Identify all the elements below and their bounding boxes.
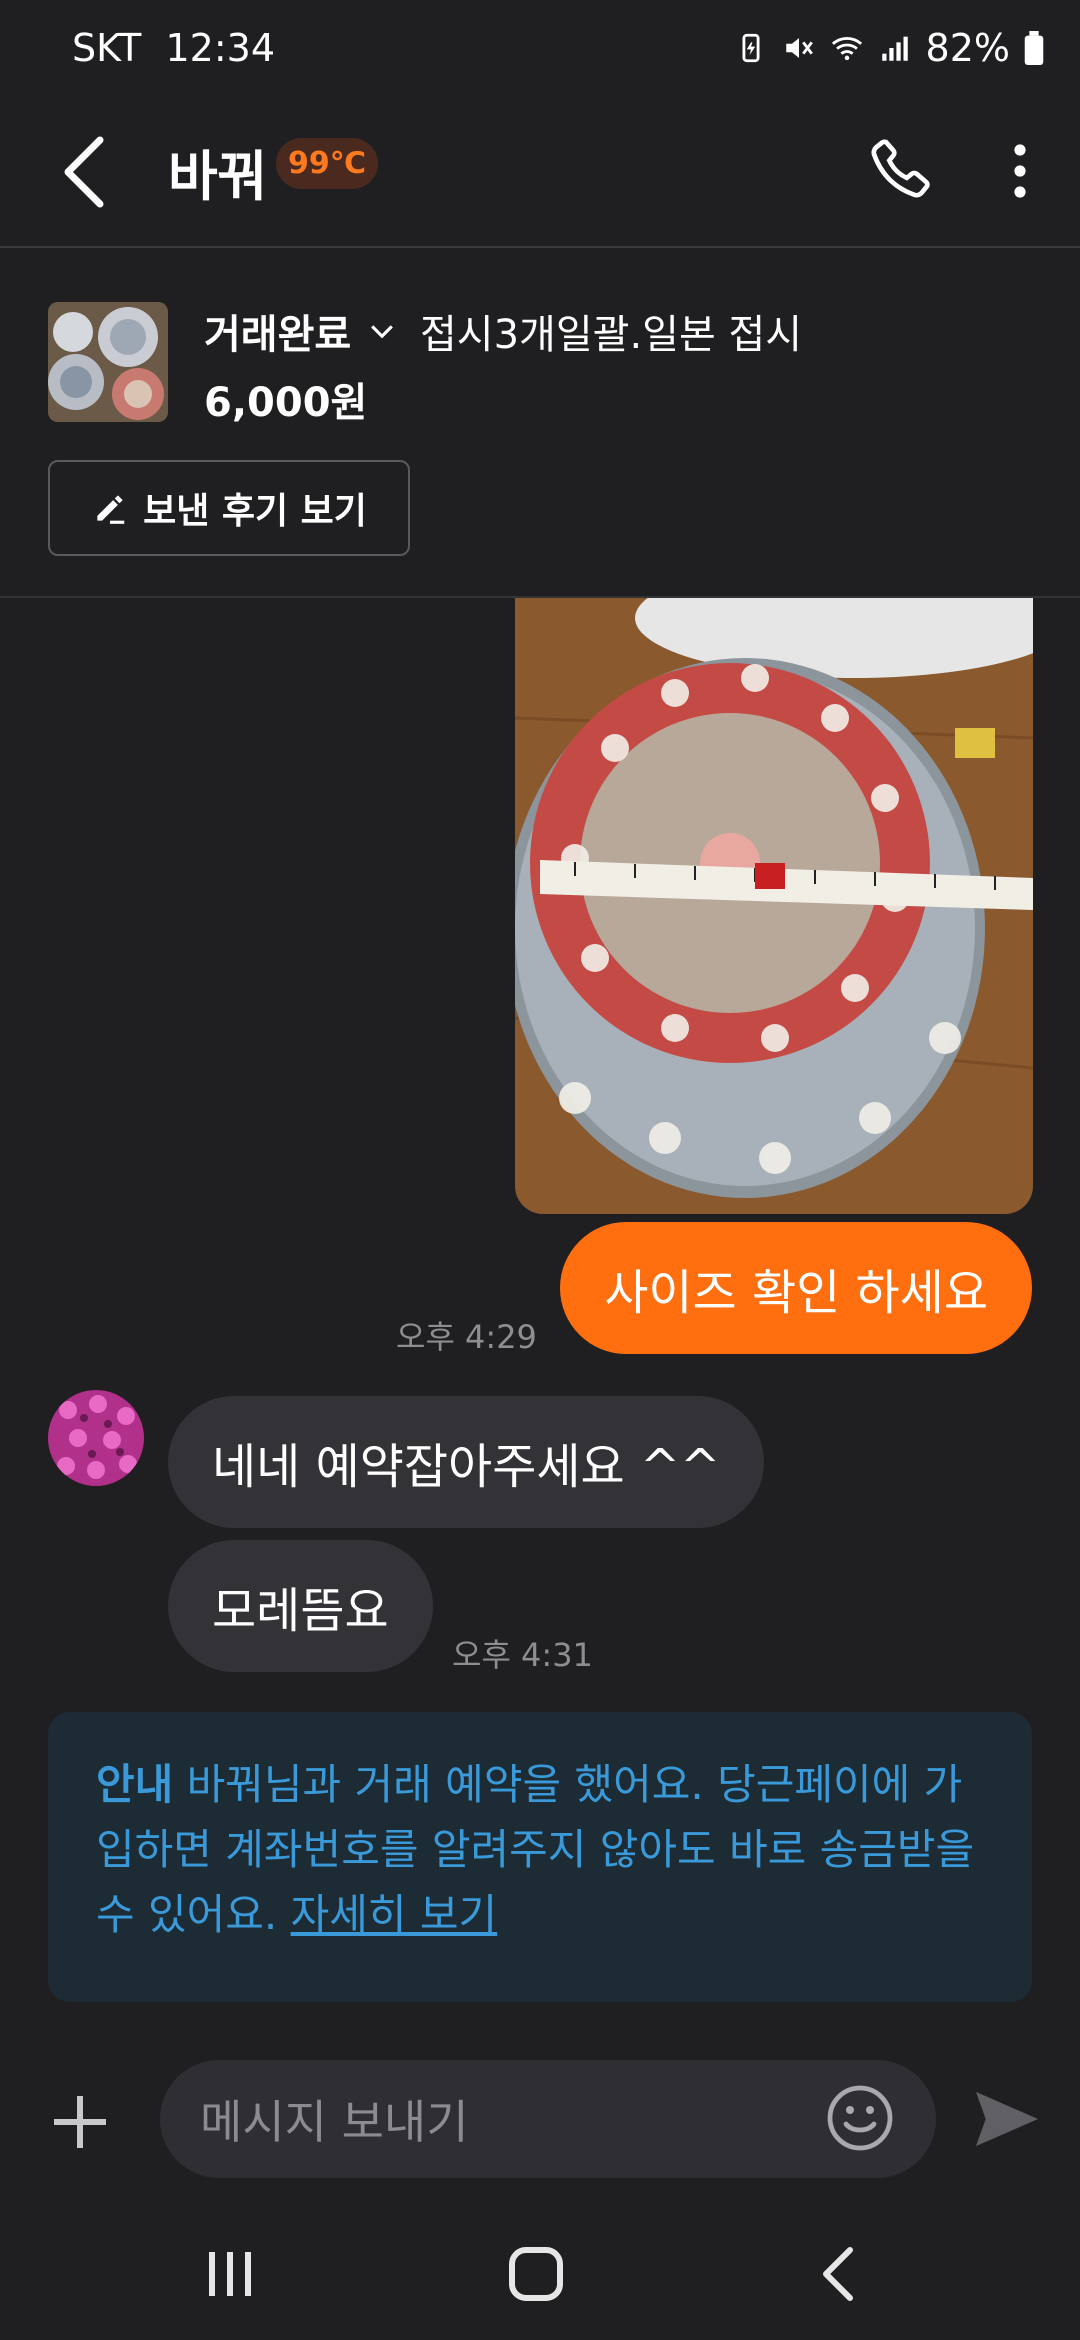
wifi-icon bbox=[831, 37, 862, 61]
battery-icon bbox=[1024, 31, 1044, 65]
chevron-down-icon[interactable] bbox=[368, 318, 396, 346]
status-left: SKT 12:34 bbox=[72, 26, 275, 70]
mute-icon bbox=[785, 38, 813, 58]
notice-details-link[interactable]: 자세히 보기 bbox=[291, 1890, 498, 1939]
back-arrow-icon[interactable] bbox=[56, 132, 116, 212]
product-price: 6,000원 bbox=[204, 380, 368, 426]
plates-thumbnail-image bbox=[48, 302, 168, 422]
partner-message-time: 오후 4:31 bbox=[452, 1636, 593, 1674]
message-input[interactable]: 메시지 보내기 bbox=[160, 2060, 936, 2178]
phone-icon[interactable] bbox=[866, 128, 936, 208]
nav-back-icon[interactable] bbox=[820, 2246, 856, 2302]
my-message-time: 오후 4:29 bbox=[396, 1318, 537, 1356]
plus-icon[interactable] bbox=[50, 2092, 110, 2152]
message-input-placeholder: 메시지 보내기 bbox=[200, 2095, 469, 2149]
my-message-bubble[interactable]: 사이즈 확인 하세요 bbox=[560, 1222, 1032, 1354]
notice-banner: 안내 바꿔님과 거래 예약을 했어요. 당근페이에 가입하면 계좌번호를 알려주… bbox=[48, 1712, 1032, 2002]
status-right: 82% bbox=[734, 26, 1044, 70]
battery-saver-icon bbox=[742, 33, 760, 63]
trade-status[interactable]: 거래완료 bbox=[204, 302, 351, 360]
emoji-icon[interactable] bbox=[826, 2084, 894, 2152]
view-sent-review-button[interactable]: 보낸 후기 보기 bbox=[48, 460, 410, 556]
sent-photo-plates[interactable] bbox=[515, 598, 1033, 1214]
partner-name[interactable]: 바꿔 bbox=[168, 132, 267, 211]
manner-temperature-badge[interactable]: 99℃ bbox=[276, 138, 379, 189]
notice-text: 바꿔님과 거래 예약을 했어요. 당근페이에 가입하면 계좌번호를 알려주지 않… bbox=[96, 1760, 975, 1939]
chat-header: 바꿔 99℃ bbox=[0, 100, 1080, 248]
carrier: SKT bbox=[72, 26, 142, 70]
home-icon[interactable] bbox=[508, 2246, 564, 2302]
product-title[interactable]: 접시3개일괄.일본 접시 bbox=[420, 302, 802, 360]
partner-message-bubble[interactable]: 네네 예약잡아주세요 ^^ bbox=[168, 1396, 765, 1528]
notice-label: 안내 bbox=[96, 1760, 174, 1809]
product-thumbnail[interactable] bbox=[48, 302, 168, 422]
clock: 12:34 bbox=[165, 26, 275, 70]
system-nav-bar bbox=[0, 2200, 1080, 2340]
partner-message-bubble[interactable]: 모레뜸요 bbox=[168, 1540, 433, 1672]
recent-apps-icon[interactable] bbox=[205, 2248, 255, 2300]
product-bar: 거래완료 접시3개일괄.일본 접시 6,000원 보낸 후기 보기 bbox=[0, 248, 1080, 598]
pencil-icon bbox=[97, 495, 125, 524]
avatar-flowers-image bbox=[48, 1390, 144, 1486]
partner-avatar[interactable] bbox=[48, 1390, 144, 1486]
more-vertical-icon[interactable] bbox=[1000, 136, 1040, 206]
battery-percent: 82% bbox=[925, 26, 1010, 70]
plates-photo-image bbox=[515, 598, 1033, 1214]
send-icon[interactable] bbox=[972, 2088, 1042, 2150]
status-bar: SKT 12:34 82% bbox=[0, 0, 1080, 100]
signal-icon bbox=[881, 36, 908, 61]
review-button-label: 보낸 후기 보기 bbox=[143, 491, 367, 532]
